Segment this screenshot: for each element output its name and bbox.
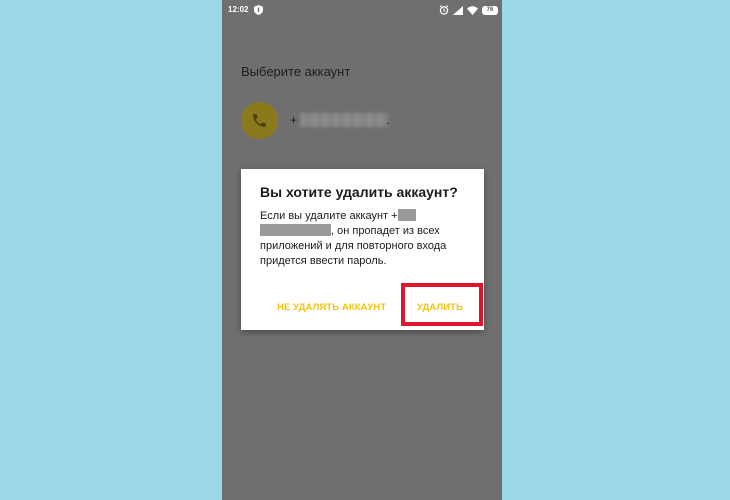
dialog-title: Вы хотите удалить аккаунт?: [260, 184, 458, 200]
redacted-number-part: [260, 224, 331, 236]
account-number-suffix: .: [386, 113, 390, 127]
shield-icon: [254, 5, 263, 15]
dialog-message: Если вы удалите аккаунт +, он пропадет и…: [260, 209, 474, 269]
alarm-icon: [439, 5, 449, 15]
dialog-message-start: Если вы удалите аккаунт +: [260, 210, 398, 222]
signal-icon: [453, 5, 463, 15]
status-icons: 76: [439, 4, 498, 16]
redacted-phone-number: [300, 113, 388, 127]
page-title: Выберите аккаунт: [241, 64, 351, 79]
status-time: 12:02: [228, 5, 249, 14]
battery-icon: 76: [482, 5, 498, 15]
wifi-icon: [467, 5, 478, 15]
redacted-number-part: [397, 209, 416, 221]
account-avatar[interactable]: [241, 102, 278, 139]
status-bar: 12:02 76: [222, 0, 502, 20]
battery-level: 76: [486, 6, 494, 13]
phone-icon: [253, 114, 266, 127]
account-number-prefix[interactable]: +: [290, 113, 297, 127]
highlight-box: [401, 283, 483, 326]
keep-account-button[interactable]: НЕ УДАЛЯТЬ АККАУНТ: [277, 297, 386, 319]
